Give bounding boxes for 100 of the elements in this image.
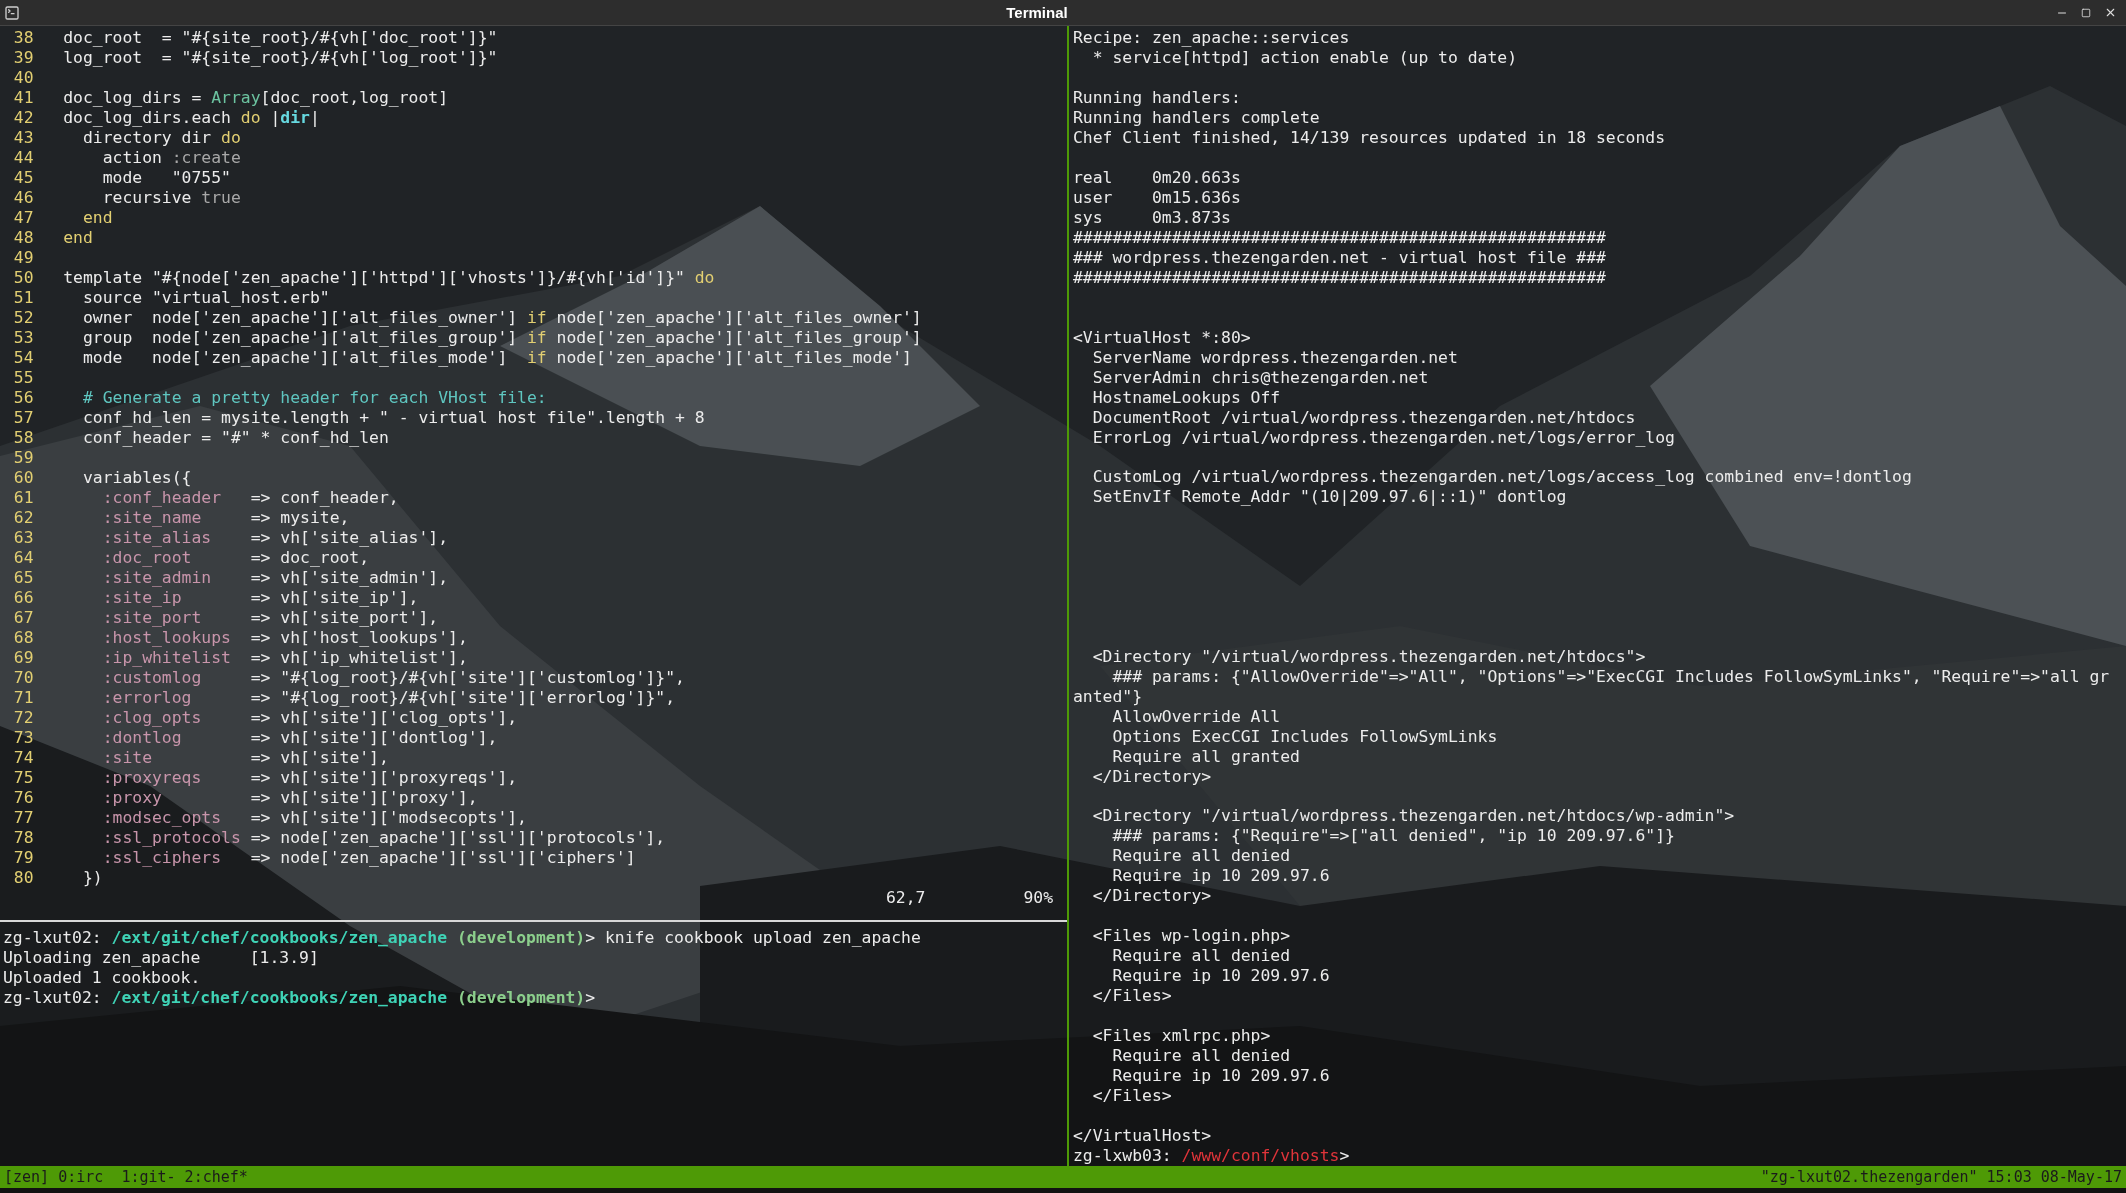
line-number: 51	[12, 288, 34, 308]
code-line: :dontlog => vh['site']['dontlog'],	[101, 728, 498, 748]
output-line: ErrorLog /virtual/wordpress.thezengarden.net/logs/error_log	[1091, 427, 1675, 447]
line-number: 48	[12, 228, 34, 248]
code-line: :doc_root => doc_root,	[101, 548, 370, 568]
code-line: doc_log_dirs = Array[doc_root,log_root]	[62, 88, 449, 108]
output-line: DocumentRoot /virtual/wordpress.thezengarden.net/htdocs	[1091, 407, 1636, 427]
output-line: Require all denied	[1111, 1046, 1291, 1066]
line-number: 80	[12, 868, 34, 888]
line-number: 64	[12, 548, 34, 568]
line-number: 40	[12, 68, 34, 88]
output-line: <Files wp-login.php>	[1091, 926, 1291, 946]
line-number: 77	[12, 808, 34, 828]
output-line: anted"}	[1073, 686, 1143, 706]
line-number: 39	[12, 48, 34, 68]
line-number: 53	[12, 328, 34, 348]
code-line: :site_admin => vh['site_admin'],	[101, 568, 449, 588]
line-number: 75	[12, 768, 34, 788]
line-number: 69	[12, 648, 34, 668]
line-number: 38	[12, 28, 34, 48]
code-line: :site_name => mysite,	[101, 508, 350, 528]
status-info: "zg-lxut02.thezengarden" 15:03 08-May-17	[1760, 1167, 2122, 1187]
shell-line: Uploading zen_apache [1.3.9]	[3, 948, 319, 967]
code-line: :site_port => vh['site_port'],	[101, 608, 439, 628]
line-number: 74	[12, 748, 34, 768]
output-line: Require ip 10 209.97.6	[1111, 1066, 1330, 1086]
shell-prompt: zg-lxwb03: /www/conf/vhosts>	[1073, 1146, 1350, 1165]
output-line: ServerAdmin chris@thezengarden.net	[1091, 367, 1429, 387]
code-line: mode node['zen_apache']['alt_files_mode'] if node['zen_apache']['alt_files_mode']	[81, 348, 912, 368]
line-number: 46	[12, 188, 34, 208]
output-line: Options ExecCGI Includes FollowSymLinks	[1111, 726, 1498, 746]
code-line: variables({	[81, 468, 192, 488]
shell-line: zg-lxut02: /ext/git/chef/cookbooks/zen_apache (development)>	[3, 988, 596, 1007]
output-line: HostnameLookups Off	[1091, 387, 1281, 407]
output-line: Running handlers:	[1073, 87, 1241, 107]
line-number: 72	[12, 708, 34, 728]
window-title: Terminal	[1006, 2, 1068, 23]
line-number: 54	[12, 348, 34, 368]
output-line: real 0m20.663s	[1073, 167, 1241, 187]
line-number: 70	[12, 668, 34, 688]
line-number: 65	[12, 568, 34, 588]
window-list: [zen] 0:irc 1:git- 2:chef*	[4, 1167, 248, 1187]
line-number: 55	[12, 368, 34, 388]
output-line: ### params: {"AllowOverride"=>"All", "Options"=>"ExecCGI Includes FollowSymLinks", "Require"=>"all gr	[1111, 666, 2110, 686]
code-line: template "#{node['zen_apache']['httpd']['vhosts']}/#{vh['id']}" do	[62, 268, 715, 288]
line-number: 71	[12, 688, 34, 708]
code-line: doc_root = "#{site_root}/#{vh['doc_root']}"	[62, 28, 498, 48]
code-line: :ssl_protocols => node['zen_apache']['ssl']['protocols'],	[101, 828, 666, 848]
output-line: Require all granted	[1111, 746, 1300, 766]
code-line: :site_alias => vh['site_alias'],	[101, 528, 449, 548]
line-number: 73	[12, 728, 34, 748]
output-line: CustomLog /virtual/wordpress.thezengarden.net/logs/access_log combined env=!dontlog	[1091, 467, 1912, 487]
maximize-icon	[2081, 7, 2091, 18]
line-number: 78	[12, 828, 34, 848]
output-line: Require all denied	[1111, 946, 1291, 966]
output-line: ######################################################	[1073, 227, 1606, 247]
line-number: 45	[12, 168, 34, 188]
code-line: conf_hd_len = mysite.length + " - virtual host file".length + 8	[81, 408, 705, 428]
line-number: 58	[12, 428, 34, 448]
line-number: 60	[12, 468, 34, 488]
line-number: 44	[12, 148, 34, 168]
output-line: Require ip 10 209.97.6	[1111, 866, 1330, 886]
code-line: :ssl_ciphers => node['zen_apache']['ssl']['ciphers']	[101, 848, 636, 868]
output-line: Require ip 10 209.97.6	[1111, 966, 1330, 986]
line-number: 52	[12, 308, 34, 328]
output-line: ######################################################	[1073, 267, 1606, 287]
code-line: source "virtual_host.erb"	[81, 288, 330, 308]
output-line: <Directory "/virtual/wordpress.thezengarden.net/htdocs">	[1091, 646, 1646, 666]
output-line: ### wordpress.thezengarden.net - virtual host file ###	[1073, 247, 1606, 267]
shell-line: Uploaded 1 cookbook.	[3, 968, 201, 987]
output-line: </Files>	[1091, 986, 1172, 1006]
code-line: :customlog => "#{log_root}/#{vh['site']['customlog']}",	[101, 668, 685, 688]
line-number: 63	[12, 528, 34, 548]
code-line: :clog_opts => vh['site']['clog_opts'],	[101, 708, 518, 728]
code-line: })	[81, 868, 103, 888]
line-number: 57	[12, 408, 34, 428]
line-number: 61	[12, 488, 34, 508]
code-line: group node['zen_apache']['alt_files_group'] if node['zen_apache']['alt_files_group']	[81, 328, 922, 348]
code-line: conf_header = "#" * conf_hd_len	[81, 428, 389, 448]
code-line: action :create	[101, 148, 241, 168]
output-line: </Files>	[1091, 1086, 1172, 1106]
output-line: sys 0m3.873s	[1073, 207, 1231, 227]
output-line: </VirtualHost>	[1073, 1126, 1212, 1145]
output-line: </Directory>	[1091, 766, 1212, 786]
terminal-icon	[4, 4, 20, 21]
code-line: # Generate a pretty header for each VHost file:	[81, 388, 547, 408]
scroll-percent: 90%	[1023, 888, 1053, 908]
code-line: owner node['zen_apache']['alt_files_owner'] if node['zen_apache']['alt_files_owner']	[81, 308, 922, 328]
cursor-position: 62,7	[885, 888, 926, 908]
output-line: Require all denied	[1111, 846, 1291, 866]
output-line: Recipe: zen_apache::services	[1073, 28, 1350, 47]
code-line: :ip_whitelist => vh['ip_whitelist'],	[101, 648, 468, 668]
output-line: * service[httpd] action enable (up to date)	[1091, 48, 1518, 67]
code-line: :conf_header => conf_header,	[101, 488, 399, 508]
line-number: 43	[12, 128, 34, 148]
code-line: log_root = "#{site_root}/#{vh['log_root']}"	[62, 48, 498, 68]
code-line: directory dir do	[81, 128, 241, 148]
line-number: 66	[12, 588, 34, 608]
line-number: 49	[12, 248, 34, 268]
output-line: Running handlers complete	[1073, 107, 1320, 127]
